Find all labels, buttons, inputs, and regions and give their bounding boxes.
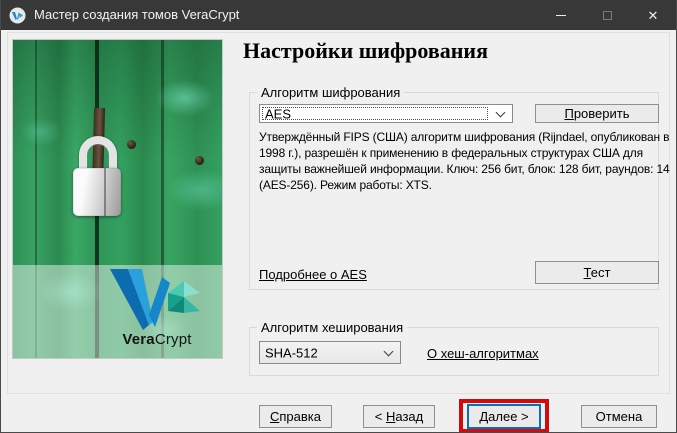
encryption-algorithm-group: Алгоритм шифрования AES Проверить Утверж… (249, 92, 659, 290)
veracrypt-logo-text: VeraCrypt (101, 331, 213, 348)
chevron-down-icon (384, 346, 394, 356)
sidebar-door-photo: VeraCrypt (13, 40, 222, 358)
maximize-icon (603, 11, 612, 20)
next-button[interactable]: Далее > (467, 404, 541, 429)
back-button-label: < Назад (375, 409, 423, 424)
help-button-label: Справка (270, 409, 321, 424)
algorithm-description: Утверждённый FIPS (США) алгоритм шифрова… (259, 129, 660, 193)
close-icon: ✕ (648, 9, 659, 22)
hash-info-link[interactable]: О хеш-алгоритмах (427, 346, 539, 361)
focus-rectangle (262, 107, 488, 120)
bolt-decoration (127, 140, 136, 149)
verify-button[interactable]: Проверить (535, 104, 659, 123)
window-title: Мастер создания томов VeraCrypt (34, 0, 239, 30)
more-about-aes-link[interactable]: Подробнее о AES (259, 267, 367, 282)
encryption-algorithm-dropdown[interactable]: AES (259, 104, 513, 123)
hash-algorithm-group: Алгоритм хеширования SHA-512 О хеш-алгор… (249, 327, 659, 376)
page-title: Настройки шифрования (243, 38, 488, 64)
titlebar: Мастер создания томов VeraCrypt ✕ (0, 0, 677, 30)
padlock-icon (73, 168, 121, 216)
verify-button-label: Проверить (564, 106, 629, 121)
hash-algorithm-dropdown[interactable]: SHA-512 (259, 341, 401, 364)
benchmark-button[interactable]: Тест (535, 261, 659, 284)
bolt-decoration (195, 156, 204, 165)
minimize-button[interactable] (538, 0, 584, 30)
hash-algorithm-value: SHA-512 (265, 345, 318, 360)
next-button-label: Далее > (479, 409, 528, 424)
veracrypt-wizard-window: Мастер создания томов VeraCrypt ✕ (0, 0, 677, 433)
benchmark-button-label: Тест (584, 265, 611, 280)
back-button[interactable]: < Назад (363, 405, 435, 428)
help-button[interactable]: Справка (259, 405, 332, 428)
cancel-button-label: Отмена (596, 409, 643, 424)
minimize-icon (556, 15, 566, 16)
chevron-down-icon (496, 107, 506, 117)
hash-group-label: Алгоритм хеширования (257, 320, 407, 335)
padlock-seam (104, 168, 106, 216)
cancel-button[interactable]: Отмена (581, 405, 657, 428)
maximize-button[interactable] (584, 0, 630, 30)
close-button[interactable]: ✕ (630, 0, 676, 30)
encryption-group-label: Алгоритм шифрования (257, 85, 404, 100)
veracrypt-app-icon (9, 7, 26, 24)
logo-band: VeraCrypt (13, 265, 222, 358)
veracrypt-logo-icon (108, 269, 208, 331)
